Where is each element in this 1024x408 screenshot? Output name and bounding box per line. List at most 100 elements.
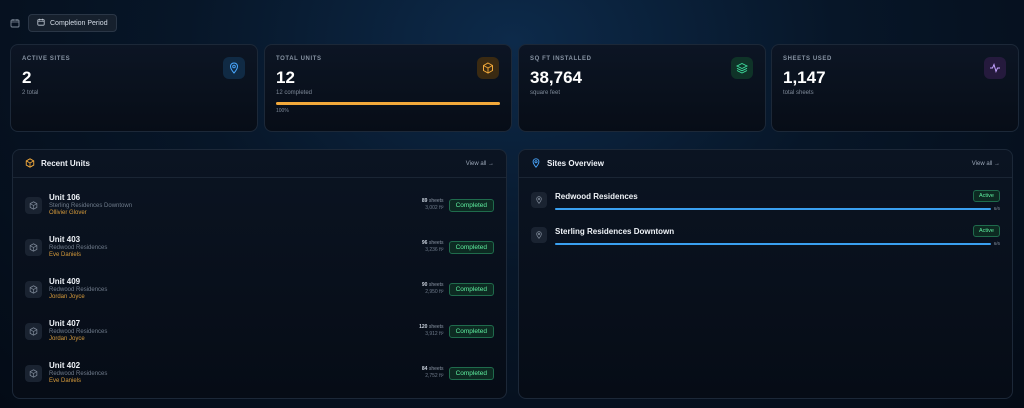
unit-sheets-unit: sheets bbox=[428, 198, 444, 205]
unit-sheets: 120 sheets bbox=[419, 324, 443, 331]
site-row-sterling-residences-downtown[interactable]: Sterling Residences Downtown Active 6/6 bbox=[519, 218, 1012, 253]
status-badge: Completed bbox=[448, 198, 494, 212]
stat-sub: square feet bbox=[530, 90, 561, 96]
units-progress-bar bbox=[276, 102, 500, 105]
unit-name: Unit 409 bbox=[49, 276, 81, 286]
unit-person: Ollivier Glover bbox=[49, 210, 87, 216]
unit-person: Jordan Joyce bbox=[49, 336, 85, 342]
calendar-icon bbox=[37, 18, 45, 28]
status-badge: Active bbox=[973, 190, 1000, 202]
stat-card-sheets-used: SHEETS USED 1,147 total sheets bbox=[771, 44, 1019, 132]
unit-site: Redwood Residences bbox=[49, 370, 108, 377]
unit-person: Eve Daniels bbox=[49, 378, 82, 384]
unit-name: Unit 403 bbox=[49, 234, 81, 244]
stat-label: SHEETS USED bbox=[783, 56, 832, 62]
sites-overview-title: Sites Overview bbox=[531, 157, 604, 170]
completion-period-button[interactable]: Completion Period bbox=[28, 14, 117, 32]
unit-person: Eve Daniels bbox=[49, 252, 82, 258]
site-progress-fraction: 6/6 bbox=[993, 241, 1000, 246]
status-badge: Active bbox=[973, 225, 1000, 237]
unit-row-106[interactable]: Unit 106 Sterling Residences Downtown Ol… bbox=[13, 184, 506, 226]
unit-site: Redwood Residences bbox=[49, 286, 108, 293]
status-badge: Completed bbox=[448, 324, 494, 338]
layers-icon bbox=[731, 57, 753, 79]
unit-row-402[interactable]: Unit 402 Redwood Residences Eve Daniels … bbox=[13, 352, 506, 394]
unit-sheets-count: 90 bbox=[421, 282, 428, 289]
calendar-icon[interactable] bbox=[10, 18, 20, 28]
stat-value: 1,147 bbox=[783, 68, 826, 87]
unit-name: Unit 407 bbox=[49, 318, 81, 328]
unit-person: Jordan Joyce bbox=[49, 294, 85, 300]
unit-sheets-count: 120 bbox=[419, 324, 428, 331]
site-row-redwood-residences[interactable]: Redwood Residences Active 6/6 bbox=[519, 183, 1012, 218]
map-pin-icon bbox=[531, 157, 541, 170]
map-pin-icon bbox=[531, 227, 547, 243]
stat-card-active-sites: ACTIVE SITES 2 2 total bbox=[10, 44, 258, 132]
top-bar: Completion Period bbox=[10, 13, 117, 33]
completion-period-label: Completion Period bbox=[50, 19, 108, 27]
status-badge: Completed bbox=[448, 282, 494, 296]
recent-units-view-all-link[interactable]: View all → bbox=[466, 161, 494, 167]
unit-sqft: 3,912 ft² bbox=[425, 331, 444, 337]
unit-sheets: 90 sheets bbox=[422, 282, 444, 289]
sites-overview-view-all-link[interactable]: View all → bbox=[972, 161, 1000, 167]
unit-row-407[interactable]: Unit 407 Redwood Residences Jordan Joyce… bbox=[13, 310, 506, 352]
cube-icon bbox=[477, 57, 499, 79]
unit-sheets-count: 96 bbox=[421, 240, 428, 247]
stat-card-sqft-installed: SQ FT INSTALLED 38,764 square feet bbox=[518, 44, 766, 132]
map-pin-icon bbox=[531, 192, 547, 208]
unit-sheets: 84 sheets bbox=[422, 366, 444, 373]
site-progress-fraction: 6/6 bbox=[993, 206, 1000, 211]
unit-sheets: 96 sheets bbox=[422, 240, 444, 247]
stat-label: TOTAL UNITS bbox=[276, 56, 322, 62]
site-progress-fill bbox=[555, 242, 991, 245]
site-progress-bar bbox=[555, 207, 991, 210]
stat-value: 38,764 bbox=[530, 68, 582, 87]
units-progress-fill bbox=[276, 102, 500, 105]
unit-name: Unit 106 bbox=[49, 192, 81, 202]
recent-units-list: Unit 106 Sterling Residences Downtown Ol… bbox=[13, 178, 506, 394]
cube-icon bbox=[25, 196, 42, 214]
unit-sqft: 3,002 ft² bbox=[425, 205, 444, 211]
site-progress-bar bbox=[555, 242, 991, 245]
unit-row-403[interactable]: Unit 403 Redwood Residences Eve Daniels … bbox=[13, 226, 506, 268]
stat-value: 2 bbox=[22, 68, 32, 87]
unit-sheets-unit: sheets bbox=[428, 366, 444, 373]
cube-icon bbox=[25, 280, 42, 298]
unit-site: Redwood Residences bbox=[49, 244, 108, 251]
unit-row-409[interactable]: Unit 409 Redwood Residences Jordan Joyce… bbox=[13, 268, 506, 310]
stat-value: 12 bbox=[276, 68, 295, 87]
unit-sheets: 89 sheets bbox=[422, 198, 444, 205]
status-badge: Completed bbox=[448, 366, 494, 380]
stat-label: ACTIVE SITES bbox=[22, 56, 71, 62]
stat-sub: 2 total bbox=[22, 90, 39, 96]
stat-sub: total sheets bbox=[783, 90, 814, 96]
sites-overview-panel: Sites Overview View all → Redwood Reside… bbox=[518, 149, 1013, 399]
unit-site: Redwood Residences bbox=[49, 328, 108, 335]
recent-units-title: Recent Units bbox=[25, 157, 90, 170]
unit-sheets-unit: sheets bbox=[428, 282, 444, 289]
unit-sqft: 2,950 ft² bbox=[425, 289, 444, 295]
cube-icon bbox=[25, 322, 42, 340]
unit-name: Unit 402 bbox=[49, 360, 81, 370]
sites-overview-title-text: Sites Overview bbox=[547, 159, 604, 168]
stat-label: SQ FT INSTALLED bbox=[530, 56, 592, 62]
site-progress-fill bbox=[555, 207, 991, 210]
sites-overview-header: Sites Overview View all → bbox=[519, 150, 1012, 178]
cube-icon bbox=[25, 157, 35, 170]
sites-list: Redwood Residences Active 6/6 Sterling R… bbox=[519, 178, 1012, 253]
unit-sqft: 2,752 ft² bbox=[425, 373, 444, 379]
recent-units-title-text: Recent Units bbox=[41, 159, 90, 168]
unit-sheets-count: 84 bbox=[421, 366, 428, 373]
cube-icon bbox=[25, 364, 42, 382]
unit-sheets-count: 89 bbox=[421, 198, 428, 205]
unit-sheets-unit: sheets bbox=[428, 324, 444, 331]
site-name: Sterling Residences Downtown bbox=[555, 226, 675, 236]
units-progress-text: 100% bbox=[276, 108, 289, 114]
activity-icon bbox=[984, 57, 1006, 79]
site-name: Redwood Residences bbox=[555, 191, 638, 201]
unit-sheets-unit: sheets bbox=[428, 240, 444, 247]
unit-sqft: 3,236 ft² bbox=[425, 247, 444, 253]
cube-icon bbox=[25, 238, 42, 256]
stat-card-total-units: TOTAL UNITS 12 12 completed 100% bbox=[264, 44, 512, 132]
